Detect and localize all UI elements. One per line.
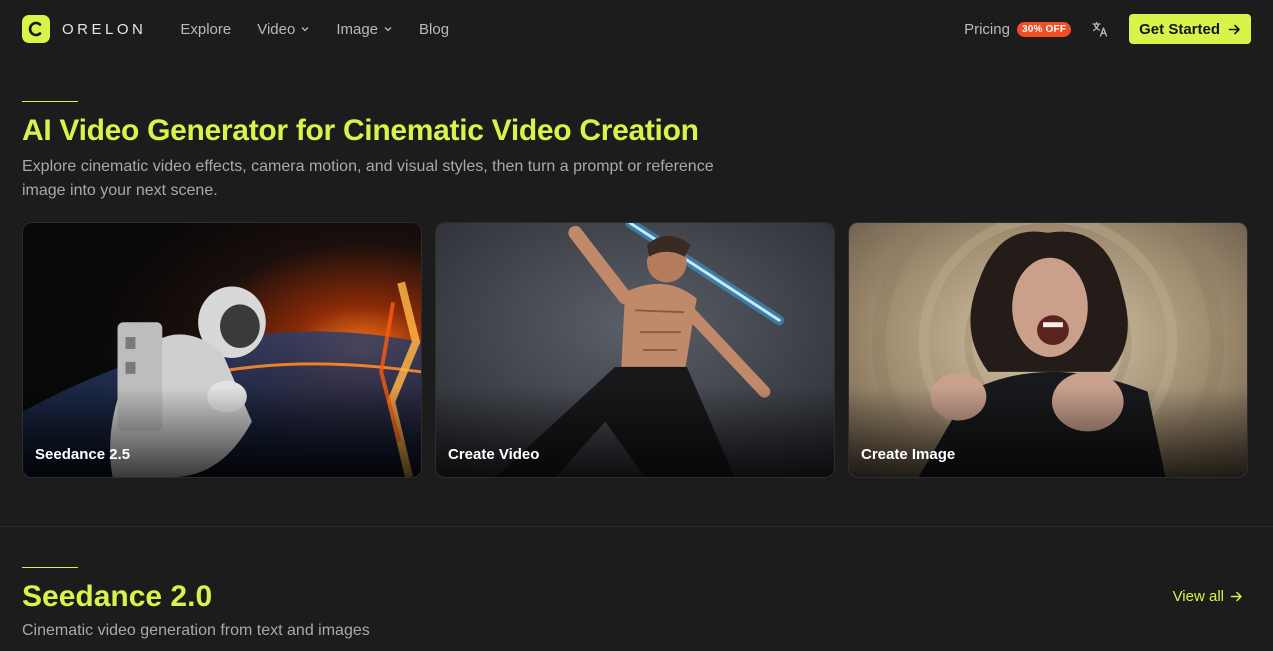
card-shade xyxy=(23,387,421,477)
nav-explore[interactable]: Explore xyxy=(180,21,231,38)
card-shade xyxy=(849,387,1247,477)
nav-blog-label: Blog xyxy=(419,20,450,38)
card-label: Seedance 2.5 xyxy=(35,446,131,463)
logo-icon[interactable] xyxy=(22,15,50,43)
card-create-video[interactable]: Create Video xyxy=(435,222,835,478)
nav-video[interactable]: Video xyxy=(257,21,310,38)
nav-blog[interactable]: Blog xyxy=(419,21,449,38)
hero-title: AI Video Generator for Cinematic Video C… xyxy=(22,114,699,147)
chevron-down-icon xyxy=(301,27,309,32)
top-nav: ORELON Explore Video Image Blog Pricing … xyxy=(0,0,1273,58)
nav-explore-label: Explore xyxy=(180,20,232,38)
nav-video-label: Video xyxy=(257,20,296,38)
card-seedance[interactable]: Seedance 2.5 xyxy=(22,222,422,478)
pricing-link[interactable]: Pricing 30% OFF xyxy=(964,20,1072,38)
section-divider xyxy=(0,526,1273,527)
chevron-down-icon xyxy=(384,27,392,32)
pricing-label: Pricing xyxy=(964,20,1010,38)
card-shade xyxy=(436,387,834,477)
card-label: Create Video xyxy=(448,446,540,463)
arrow-right-icon xyxy=(1230,591,1242,602)
nav-right: Pricing 30% OFF Get Started xyxy=(964,14,1251,44)
accent-rule xyxy=(22,567,78,568)
hero-subtitle: Explore cinematic video effects, camera … xyxy=(22,158,714,199)
view-all-link[interactable]: View all xyxy=(1173,588,1243,605)
section-subtitle: Cinematic video generation from text and… xyxy=(22,622,370,639)
brand-name[interactable]: ORELON xyxy=(62,21,146,38)
card-create-image[interactable]: Create Image xyxy=(848,222,1248,478)
accent-rule xyxy=(22,101,78,102)
nav-image[interactable]: Image xyxy=(336,21,393,38)
feature-cards: Seedance 2.5 Create Video Create Image xyxy=(22,222,1248,478)
get-started-label: Get Started xyxy=(1139,20,1220,38)
translate-icon[interactable] xyxy=(1091,20,1109,38)
card-label: Create Image xyxy=(861,446,956,463)
discount-badge: 30% OFF xyxy=(1016,21,1072,37)
nav-image-label: Image xyxy=(336,20,379,38)
section-title: Seedance 2.0 xyxy=(22,580,213,613)
view-all-label: View all xyxy=(1172,588,1224,605)
nav-links: Explore Video Image Blog xyxy=(180,21,449,38)
get-started-button[interactable]: Get Started xyxy=(1129,14,1251,44)
arrow-right-icon xyxy=(1228,24,1240,34)
